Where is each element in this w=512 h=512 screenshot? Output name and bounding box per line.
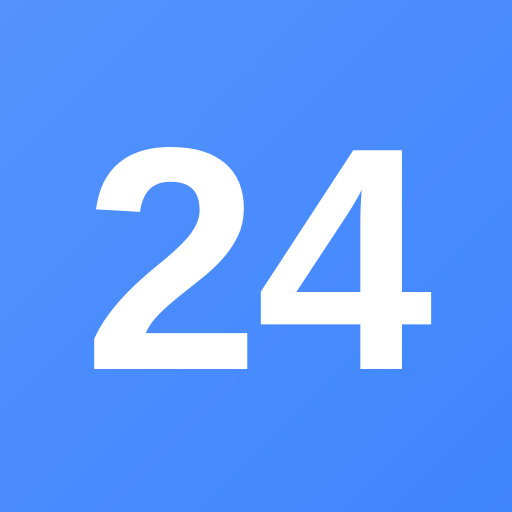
app-icon-tile: 24 [0, 0, 512, 512]
icon-number-label: 24 [83, 82, 433, 437]
